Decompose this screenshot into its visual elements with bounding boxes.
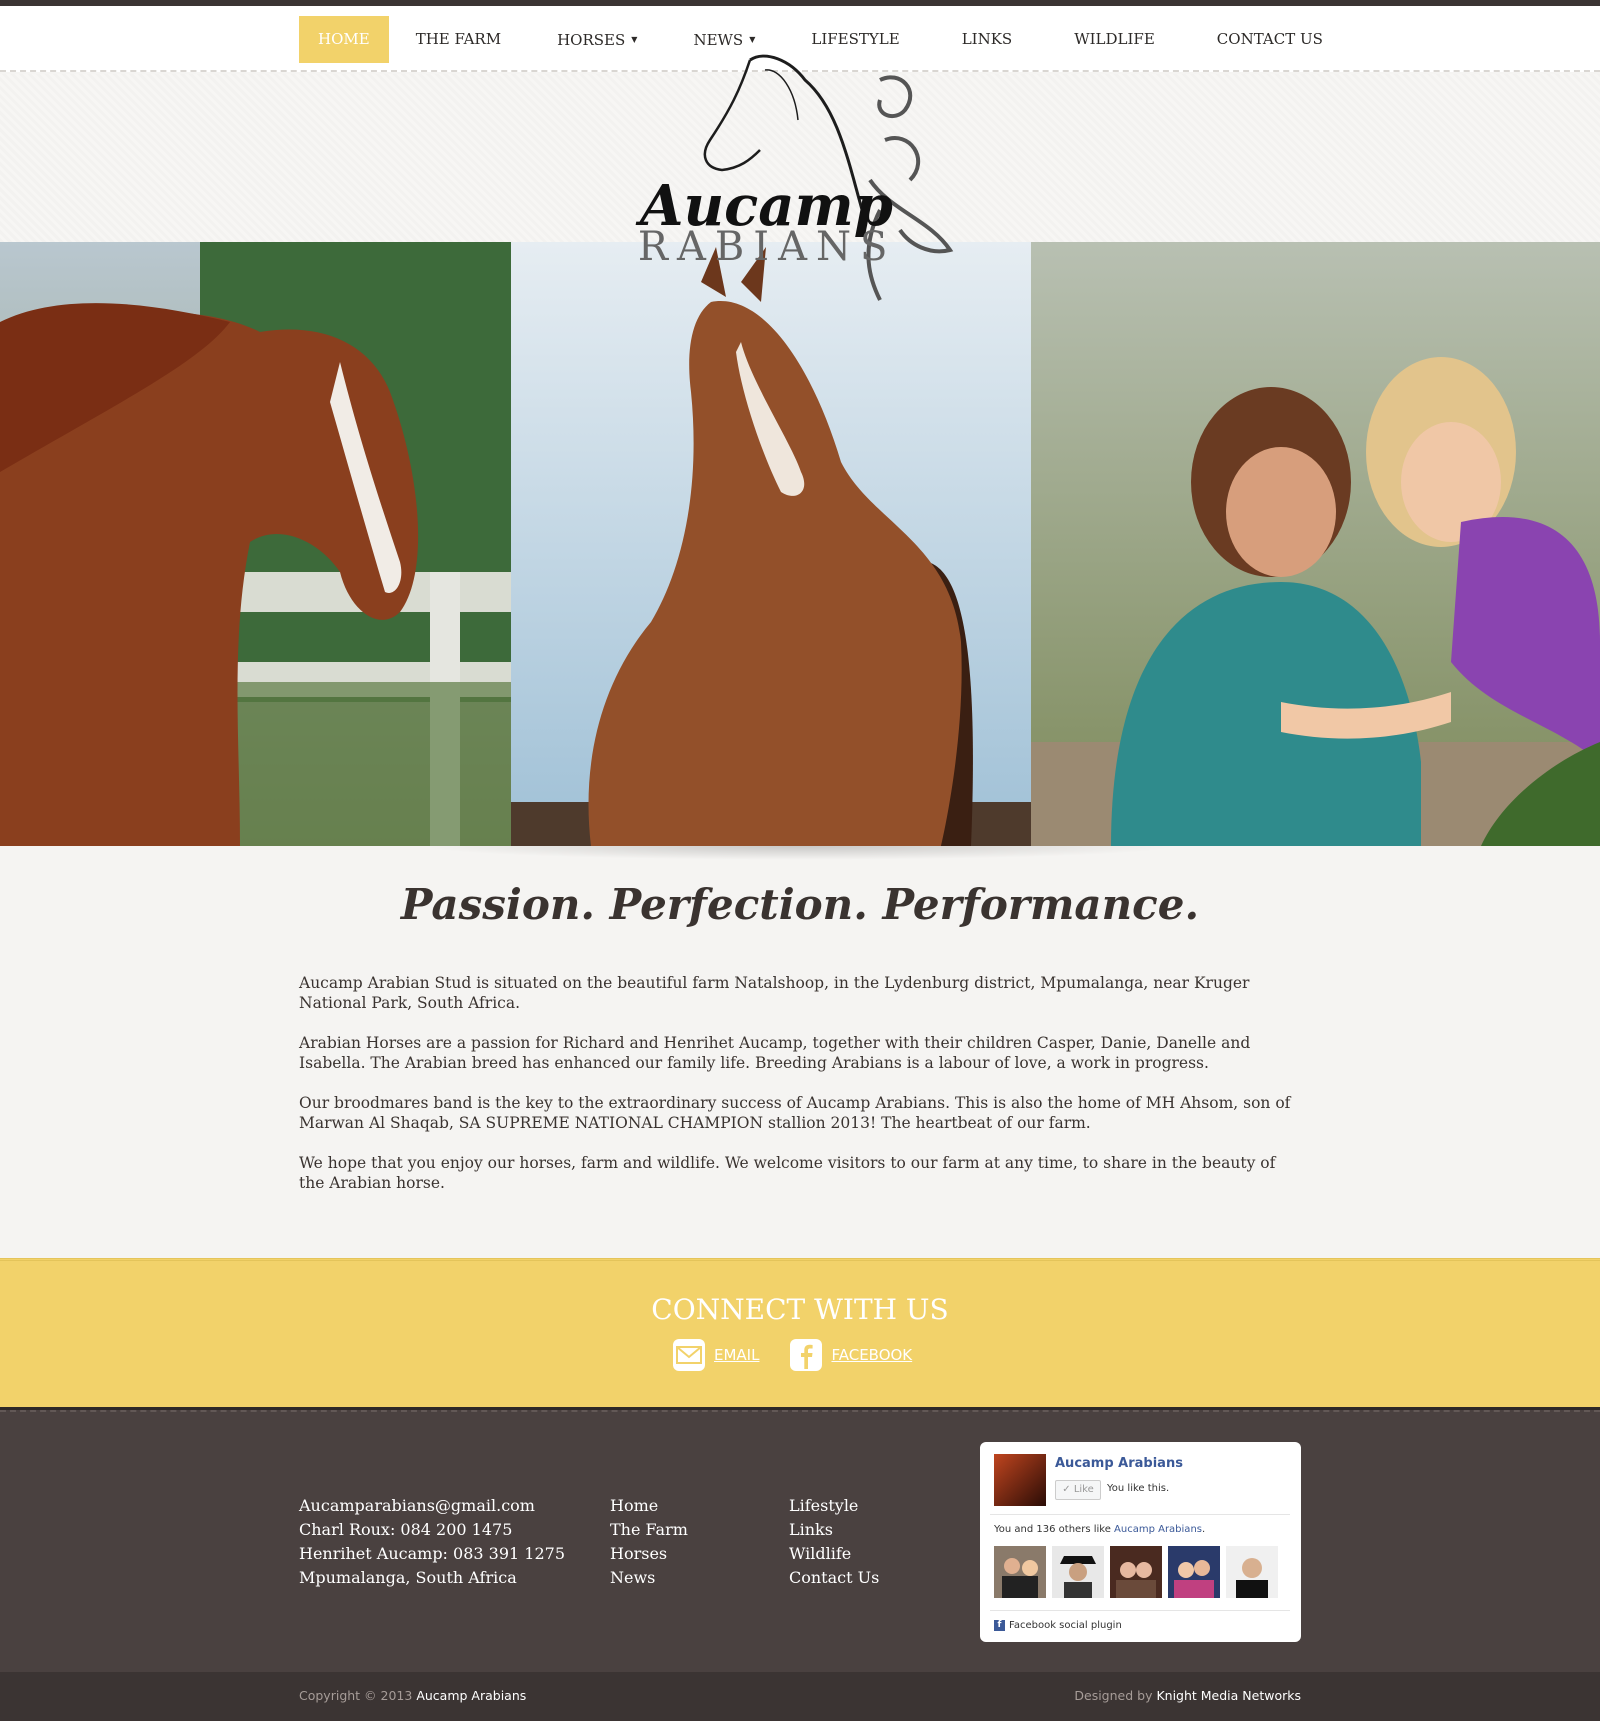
fan-avatar[interactable] [1110,1546,1162,1598]
intro-paragraph: Aucamp Arabian Stud is situated on the b… [299,974,1250,1012]
fan-avatar[interactable] [1052,1546,1104,1598]
designed-by: Designed by Knight Media Networks [1074,1688,1301,1703]
facebook-page-thumbnail[interactable] [994,1454,1046,1506]
nav-item-the-farm[interactable]: THE FARM [397,16,520,63]
email-link[interactable]: EMAIL [672,1338,759,1372]
facebook-small-icon: f [994,1620,1005,1631]
footer-email[interactable]: Aucamparabians@gmail.com [299,1494,565,1518]
footer-location: Mpumalanga, South Africa [299,1568,517,1587]
footer-contact: Aucamparabians@gmail.com Charl Roux: 084… [299,1494,565,1590]
fan-avatar[interactable] [1226,1546,1278,1598]
hero-photos [0,242,1600,846]
facebook-link[interactable]: FACEBOOK [789,1338,912,1372]
designed-prefix: Designed by [1074,1688,1153,1703]
copyright: Copyright © 2013 Aucamp Arabians [299,1688,526,1703]
fb-divider [990,1514,1290,1515]
fb-faces [994,1546,1278,1598]
designer-link[interactable]: Knight Media Networks [1156,1688,1301,1703]
facebook-like-box: Aucamp Arabians ✓ Like You like this. Yo… [980,1442,1301,1642]
footer: Aucamparabians@gmail.com Charl Roux: 084… [0,1410,1600,1672]
footer-link-wildlife[interactable]: Wildlife [789,1542,879,1566]
tagline: Passion. Perfection. Performance. [400,880,1200,929]
nav-item-label: HOME [318,30,370,48]
footer-phone-henrihet: Henrihet Aucamp: 083 391 1275 [299,1544,565,1563]
nav-item-label: THE FARM [415,30,502,48]
photo-chestnut-horse [0,242,511,846]
connect-title: CONNECT WITH US [651,1293,949,1326]
footer-link-contact-us[interactable]: Contact Us [789,1566,879,1590]
facebook-icon [790,1339,823,1371]
fb-plugin-label: Facebook social plugin [1009,1620,1122,1631]
caret-down-icon: ▼ [631,35,638,44]
footer-links-1: Home The Farm Horses News [610,1494,688,1590]
nav-item-label: LIFESTYLE [811,30,900,48]
footer-link-news[interactable]: News [610,1566,688,1590]
fb-others-prefix: You and 136 others like [994,1524,1115,1535]
nav-item-home[interactable]: HOME [299,16,389,63]
nav-item-label: CONTACT US [1216,30,1323,48]
logo-word: ARABIANS [630,224,896,270]
connect-band: CONNECT WITH US EMAIL FACEBOOK [0,1258,1600,1410]
you-like-text: You like this. [1107,1483,1170,1494]
facebook-like-button[interactable]: ✓ Like [1055,1480,1101,1500]
fb-plugin-footer[interactable]: f Facebook social plugin [994,1620,1122,1631]
photo-mother-daughter [1031,242,1600,846]
fb-others-suffix: . [1202,1524,1206,1535]
nav-item-contact-us[interactable]: CONTACT US [1198,16,1342,63]
fb-others-text: You and 136 others like Aucamp Arabians. [994,1524,1205,1535]
caret-down-icon: ▼ [749,35,756,44]
nav-item-label: WILDLIFE [1074,30,1155,48]
copyright-prefix: Copyright © 2013 [299,1688,413,1703]
facebook-page-name[interactable]: Aucamp Arabians [1055,1456,1183,1471]
intro-text: Aucamp Arabian Stud is situated on the b… [299,973,1301,1213]
connect-links: EMAIL FACEBOOK [672,1338,912,1372]
nav-item-wildlife[interactable]: WILDLIFE [1055,16,1174,63]
fb-divider [990,1610,1290,1611]
copyright-name: Aucamp Arabians [416,1688,527,1703]
email-link-label[interactable]: EMAIL [714,1346,759,1364]
like-label: Like [1073,1484,1094,1495]
fb-others-page-link[interactable]: Aucamp Arabians [1114,1524,1202,1535]
fan-avatar[interactable] [994,1546,1046,1598]
photo-bay-horse [511,242,1031,846]
footer-link-links[interactable]: Links [789,1518,879,1542]
nav-item-label: HORSES [557,31,626,49]
footer-link-the-farm[interactable]: The Farm [610,1518,688,1542]
footer-link-home[interactable]: Home [610,1494,688,1518]
photo-shadow [420,846,1180,860]
footer-links-2: Lifestyle Links Wildlife Contact Us [789,1494,879,1590]
envelope-icon [673,1339,705,1371]
facebook-link-label[interactable]: FACEBOOK [831,1346,912,1364]
nav-item-label: NEWS [693,31,744,49]
site-logo[interactable]: Aucamp ARABIANS [599,50,970,320]
intro-paragraph: Our broodmares band is the key to the ex… [299,1094,1291,1132]
intro-paragraph: We hope that you enjoy our horses, farm … [299,1154,1276,1192]
bottom-bar: Copyright © 2013 Aucamp Arabians Designe… [0,1672,1600,1721]
fan-avatar[interactable] [1168,1546,1220,1598]
footer-link-lifestyle[interactable]: Lifestyle [789,1494,879,1518]
intro-paragraph: Arabian Horses are a passion for Richard… [299,1034,1251,1072]
nav-item-label: LINKS [961,30,1013,48]
footer-phone-charl: Charl Roux: 084 200 1475 [299,1520,513,1539]
footer-link-horses[interactable]: Horses [610,1542,688,1566]
